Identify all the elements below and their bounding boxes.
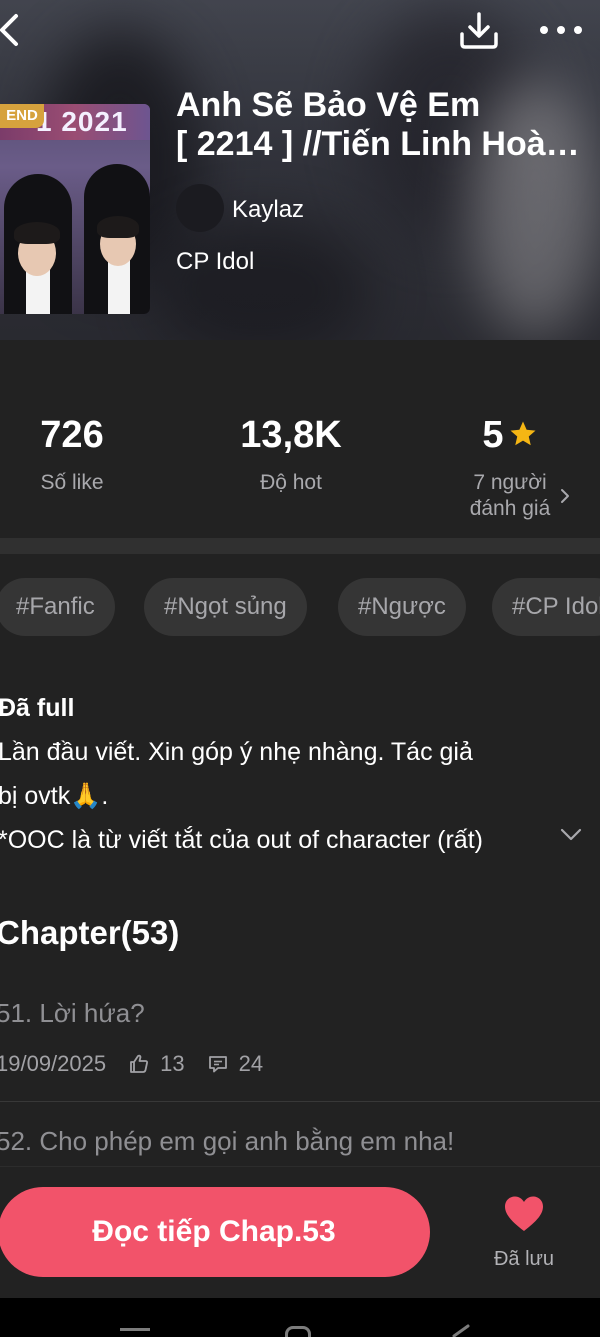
cover-hair [97, 216, 139, 238]
chapter-likes: 13 [128, 1051, 185, 1077]
rating-value: 5 [482, 414, 504, 456]
continue-reading-button[interactable]: Đọc tiếp Chap.53 [0, 1187, 430, 1277]
hot-count: 13,8K [240, 414, 342, 456]
rating-value-row: 5 [410, 412, 600, 458]
story-title-line: Anh Sẽ Bảo Vệ Em [176, 86, 481, 124]
section-divider [0, 538, 600, 554]
chapter-comments: 24 [207, 1051, 263, 1077]
story-cover-image[interactable]: 1 2021 [0, 104, 150, 314]
completed-badge: END [0, 104, 44, 128]
heart-icon [505, 1196, 543, 1231]
home-icon[interactable] [285, 1326, 311, 1337]
story-stats: 726 Số like 13,8K Độ hot 5 7 người đánh … [0, 340, 600, 540]
story-title: Anh Sẽ Bảo Vệ Em [ 2214 ] //Tiến Linh Ho… [176, 86, 590, 164]
story-category[interactable]: CP Idol [176, 248, 254, 276]
tag-chip[interactable]: #Ngược [338, 578, 466, 636]
more-horizontal-icon [540, 26, 582, 34]
saved-button[interactable]: Đã lưu [484, 1195, 564, 1279]
comment-icon [208, 1056, 227, 1073]
tag-chip[interactable]: #Ngọt sủng [144, 578, 307, 636]
download-button[interactable] [456, 8, 502, 52]
author-name[interactable]: Kaylaz [232, 196, 304, 224]
back-triangle-icon[interactable] [446, 1324, 474, 1337]
chapter-date: 19/09/2025 [0, 1051, 107, 1076]
description-line: Lần đầu viết. Xin góp ý nhẹ nhàng. Tác g… [0, 738, 473, 766]
saved-label: Đã lưu [493, 1248, 555, 1270]
list-divider [0, 1101, 600, 1102]
system-navigation-bar [0, 1298, 600, 1337]
description-line: *OOC là từ viết tắt của out of character… [0, 826, 483, 854]
download-icon [460, 12, 498, 49]
more-options-button[interactable] [536, 8, 586, 52]
cover-text: 1 2021 [36, 106, 128, 137]
hot-label: Độ hot [260, 471, 322, 494]
chapter-title[interactable]: 52. Cho phép em gọi anh bằng em nha! [0, 1126, 454, 1157]
thumbs-up-icon [130, 1054, 149, 1073]
story-title-line: [ 2214 ] //Tiến Linh Hoàng Đức [176, 125, 590, 163]
chapter-title[interactable]: 51. Lời hứa? [0, 998, 145, 1029]
tag-chip[interactable]: #CP Idol [492, 578, 600, 636]
description-line: bị ovtk🙏. [0, 782, 109, 810]
bottom-action-bar: Đọc tiếp Chap.53 Đã lưu [0, 1166, 600, 1298]
likes-label: Số like [40, 471, 104, 494]
chapter-likes-count: 13 [160, 1051, 185, 1076]
chapter-comments-count: 24 [238, 1051, 264, 1076]
chapter-list-heading: Chapter(53) [0, 914, 180, 951]
chevron-left-icon [0, 14, 18, 46]
story-description[interactable]: Đã full Lần đầu viết. Xin góp ý nhẹ nhàn… [0, 686, 588, 862]
chapter-meta: 19/09/2025 13 24 [0, 1048, 285, 1080]
tag-chip[interactable]: #Fanfic [0, 578, 115, 636]
back-button[interactable] [0, 8, 30, 52]
chevron-down-icon[interactable] [558, 824, 584, 844]
likes-stat: 726 Số like [0, 412, 172, 496]
star-icon [510, 421, 536, 446]
hot-stat: 13,8K Độ hot [191, 412, 391, 496]
chevron-right-icon [561, 489, 569, 503]
likes-count: 726 [40, 414, 104, 456]
story-header: 1 2021 END Anh Sẽ Bảo Vệ Em [ 2214 ] //T… [0, 0, 600, 340]
recent-apps-icon[interactable] [120, 1328, 150, 1337]
cover-hair [14, 222, 60, 244]
author-avatar[interactable] [176, 184, 224, 232]
story-status: Đã full [0, 694, 75, 722]
tag-list: #Fanfic #Ngọt sủng #Ngược #CP Idol [0, 578, 600, 638]
